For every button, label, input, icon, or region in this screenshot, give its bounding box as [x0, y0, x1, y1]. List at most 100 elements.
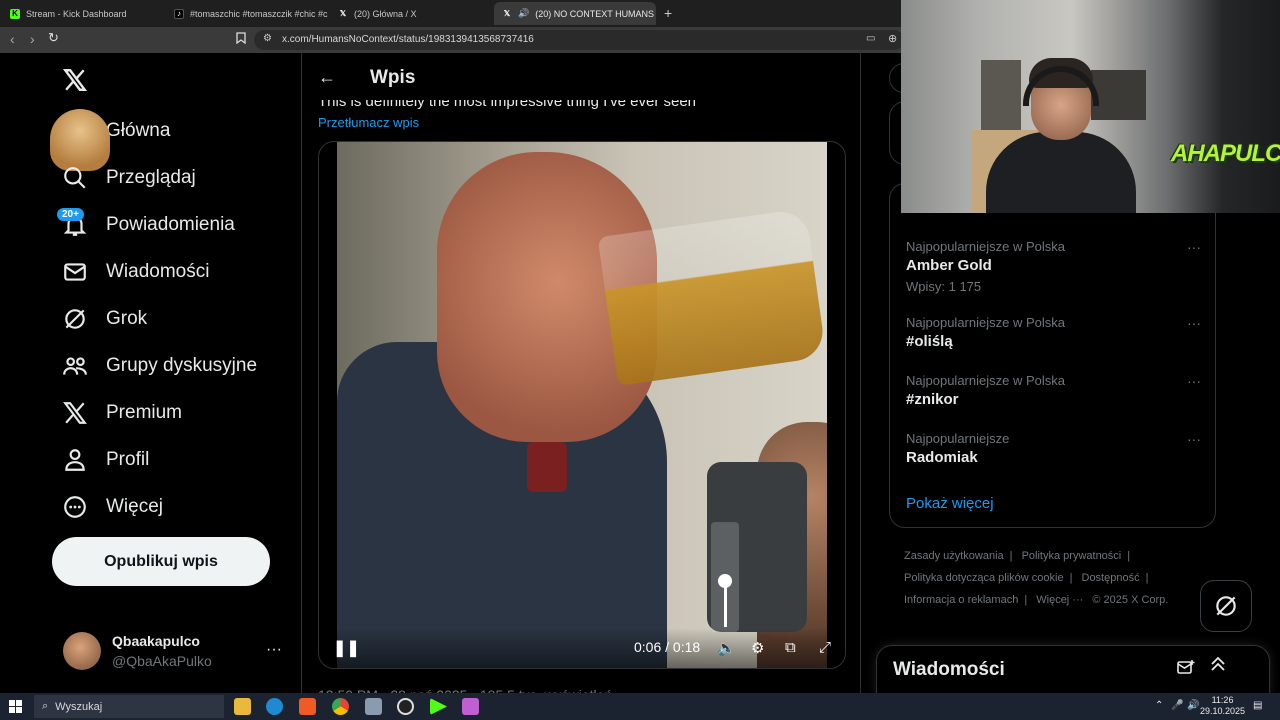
obs-icon[interactable]	[397, 698, 414, 715]
footer-links: Zasady użytkowania | Polityka prywatności…	[904, 550, 1169, 606]
sidebar-item-label: Przeglądaj	[106, 167, 196, 188]
sidebar-item-premium[interactable]: Premium	[62, 397, 182, 429]
webcam-overlay: AHAPULCO	[901, 0, 1280, 213]
tab-no-context-humans[interactable]: 𝕏 🔊 (20) NO CONTEXT HUMANS ✕	[494, 2, 656, 25]
site-info-icon[interactable]: ⚙	[263, 33, 272, 44]
webcam-person-body	[986, 132, 1136, 213]
edge-icon[interactable]	[266, 698, 283, 715]
volume-knob[interactable]	[718, 574, 732, 588]
tab-title: (20) NO CONTEXT HUMANS	[535, 8, 655, 19]
forward-icon[interactable]: ›	[30, 31, 35, 47]
sidebar-item-more[interactable]: Więcej	[62, 491, 163, 523]
volume-tray-icon[interactable]: 🔊	[1187, 700, 1199, 711]
pause-icon[interactable]: ❚❚	[333, 638, 360, 658]
windows-taskbar: ⌕ Wyszukaj ⌃ 🎤 🔊 11:26 29.10.2025 ▤	[0, 693, 1280, 720]
footer-link-cookies[interactable]: Polityka dotycząca plików cookie	[904, 572, 1064, 584]
search-icon	[64, 167, 86, 189]
volume-slider[interactable]	[711, 522, 739, 632]
cast-icon[interactable]: ▭	[866, 33, 875, 44]
tab-tiktok[interactable]: ♪ #tomaszchic #tomaszczik #chic #czik	[166, 2, 328, 25]
tab-title: (20) Główna / X	[354, 8, 417, 19]
account-handle[interactable]: @QbaAkaPulko	[112, 653, 212, 669]
account-menu-icon[interactable]: ···	[266, 641, 282, 659]
back-arrow-icon[interactable]: ←	[318, 67, 336, 88]
streaming-tool-icon[interactable]	[462, 698, 479, 715]
chrome-icon[interactable]	[332, 698, 349, 715]
trend-name: Amber Gold	[906, 257, 992, 274]
footer-link-more[interactable]: Więcej ···	[1036, 594, 1083, 606]
publish-post-button[interactable]: Opublikuj wpis	[52, 537, 270, 586]
sidebar-item-label: Wiadomości	[106, 261, 210, 282]
trend-item[interactable]: Najpopularniejsze w Polska Amber Gold Wp…	[906, 239, 1201, 294]
app-icon[interactable]	[365, 698, 382, 715]
grok-icon	[1216, 596, 1236, 616]
translate-post-link[interactable]: Przetłumacz wpis	[318, 115, 419, 130]
notifications-icon[interactable]: ▤	[1253, 700, 1262, 711]
trend-menu-icon[interactable]: ···	[1187, 373, 1201, 389]
zoom-icon[interactable]: ⊕	[888, 32, 897, 45]
trend-menu-icon[interactable]: ···	[1187, 315, 1201, 331]
reload-icon[interactable]: ↻	[48, 30, 59, 46]
video-controls: ❚❚ 0:06 / 0:18 🔈 ⚙ ⧉ ⤢	[319, 628, 845, 668]
tab-kick-dashboard[interactable]: K Stream - Kick Dashboard	[2, 2, 164, 25]
avatar[interactable]	[63, 632, 101, 670]
tray-chevron-icon[interactable]: ⌃	[1155, 700, 1163, 711]
sidebar-item-grok[interactable]: Grok	[62, 303, 147, 335]
new-message-icon[interactable]	[1177, 660, 1195, 681]
expand-icon[interactable]	[1210, 656, 1226, 677]
x-logo-icon	[63, 402, 87, 424]
back-icon[interactable]: ‹	[10, 31, 15, 47]
trend-menu-icon[interactable]: ···	[1187, 239, 1201, 255]
trend-name: #oliślą	[906, 333, 953, 350]
show-more-link[interactable]: Pokaż więcej	[906, 495, 994, 512]
sidebar-item-communities[interactable]: Grupy dyskusyjne	[62, 350, 257, 382]
trend-item[interactable]: Najpopularniejsze w Polska #oliślą ···	[906, 315, 1201, 350]
sidebar-item-notifications[interactable]: Powiadomienia	[62, 209, 235, 241]
taskbar-search[interactable]: ⌕ Wyszukaj	[34, 695, 224, 718]
tab-x-home[interactable]: 𝕏 (20) Główna / X	[330, 2, 492, 25]
video-shirt-logo	[527, 442, 567, 492]
account-name[interactable]: Qbaakapulco	[112, 633, 200, 649]
sidebar-item-label: Premium	[106, 402, 183, 423]
messages-drawer[interactable]: Wiadomości	[876, 645, 1270, 695]
footer-link-ads-info[interactable]: Informacja o reklamach	[904, 594, 1018, 606]
fullscreen-icon[interactable]: ⤢	[819, 639, 831, 656]
sidebar-item-label: Główna	[106, 120, 171, 141]
settings-icon[interactable]: ⚙	[751, 639, 764, 657]
clock[interactable]: 11:26 29.10.2025	[1200, 695, 1245, 717]
footer-link-privacy[interactable]: Polityka prywatności	[1022, 550, 1122, 562]
sidebar-item-messages[interactable]: Wiadomości	[62, 256, 209, 288]
footer-link-terms[interactable]: Zasady użytkowania	[904, 550, 1004, 562]
clock-time: 11:26	[1211, 695, 1234, 705]
windows-start-icon[interactable]	[9, 700, 22, 716]
tiktok-icon: ♪	[174, 8, 184, 19]
file-explorer-icon[interactable]	[234, 698, 251, 715]
footer-link-accessibility[interactable]: Dostępność	[1082, 572, 1140, 584]
new-tab-button[interactable]: +	[664, 5, 672, 21]
kick-icon: K	[10, 8, 20, 19]
video-beer-glass	[597, 208, 827, 386]
trend-context: Najpopularniejsze	[906, 431, 1010, 446]
sidebar-item-profile[interactable]: Profil	[62, 444, 149, 476]
bookmark-icon[interactable]	[236, 32, 246, 47]
video-player[interactable]: ❚❚ 0:06 / 0:18 🔈 ⚙ ⧉ ⤢	[318, 141, 846, 669]
mail-icon	[64, 263, 86, 281]
left-sidebar: Główna Przeglądaj Powiadomienia 20+ Wiad…	[0, 53, 300, 693]
address-bar[interactable]: ⚙ x.com/HumansNoContext/status/198313941…	[254, 30, 904, 50]
trend-context: Najpopularniejsze w Polska	[906, 239, 1065, 254]
speaker-icon[interactable]: 🔊	[518, 8, 529, 19]
webcam-person	[986, 58, 1156, 213]
microphone-icon[interactable]: 🎤	[1171, 700, 1183, 711]
grok-button[interactable]	[1200, 580, 1252, 632]
profile-icon	[65, 449, 85, 471]
trend-item[interactable]: Najpopularniejsze Radomiak ···	[906, 431, 1201, 466]
kick-app-icon[interactable]	[430, 698, 447, 715]
streamer-logo: AHAPULCO	[1171, 140, 1280, 167]
trend-menu-icon[interactable]: ···	[1187, 431, 1201, 447]
pip-icon[interactable]: ⧉	[785, 639, 796, 656]
sidebar-item-explore[interactable]: Przeglądaj	[62, 162, 196, 194]
x-logo-icon[interactable]	[62, 67, 88, 98]
volume-icon[interactable]: 🔈	[717, 639, 736, 657]
brave-icon[interactable]	[299, 698, 316, 715]
trend-item[interactable]: Najpopularniejsze w Polska #znikor ···	[906, 373, 1201, 408]
